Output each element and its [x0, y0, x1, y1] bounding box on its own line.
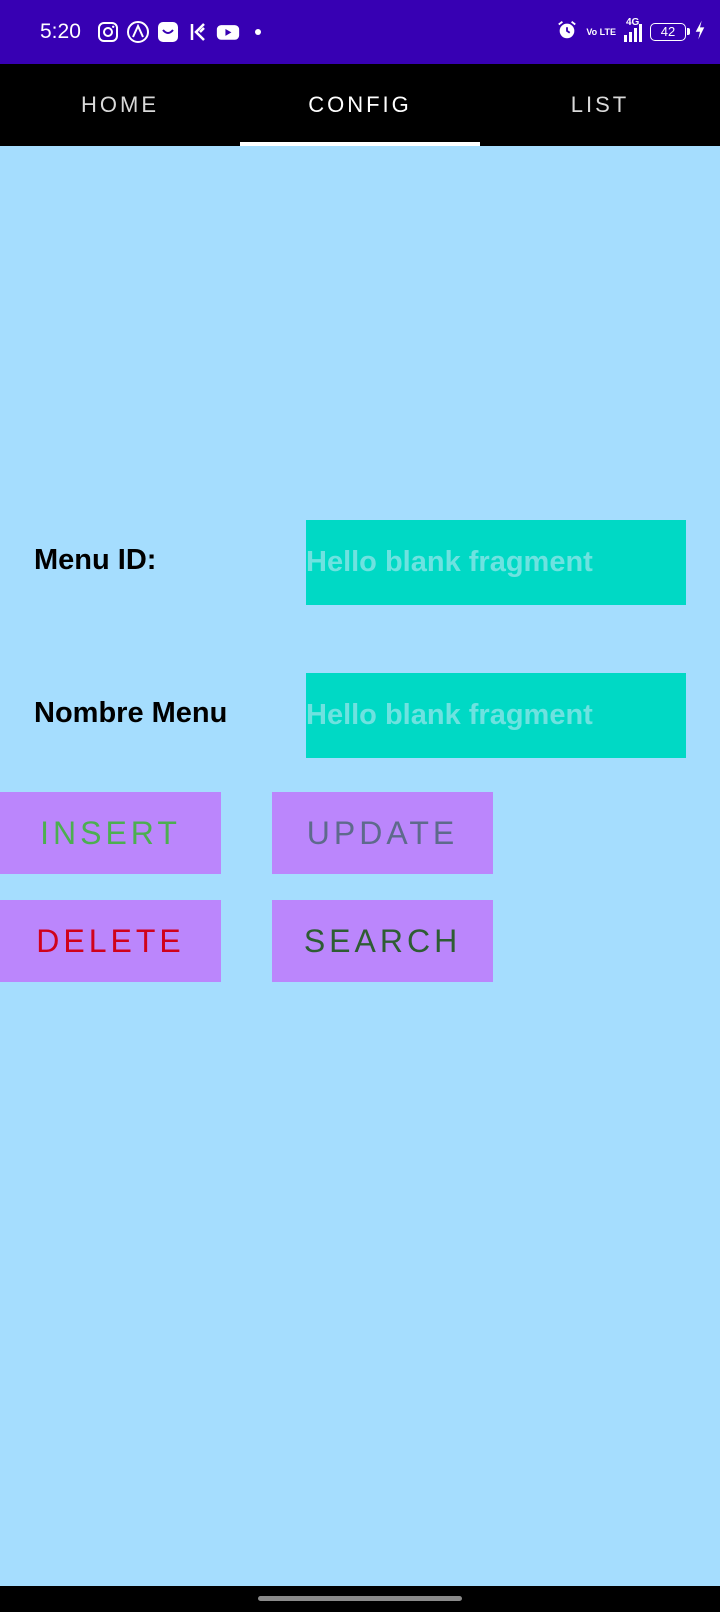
- home-gesture-handle[interactable]: [258, 1596, 462, 1601]
- status-time: 5:20: [40, 20, 81, 43]
- menu-id-field[interactable]: Hello blank fragment: [306, 520, 686, 605]
- signal-icon: 4G: [624, 17, 642, 42]
- instagram-icon: [96, 20, 120, 44]
- navigation-bar: [0, 1586, 720, 1612]
- insert-button[interactable]: INSERT: [0, 792, 221, 874]
- kite-icon: [186, 20, 210, 44]
- update-button[interactable]: UPDATE: [272, 792, 493, 874]
- network-type: 4G: [626, 17, 640, 28]
- tab-home[interactable]: HOME: [0, 64, 240, 146]
- delete-button[interactable]: DELETE: [0, 900, 221, 982]
- tab-list[interactable]: LIST: [480, 64, 720, 146]
- menu-id-label: Menu ID:: [34, 544, 157, 576]
- charging-icon: [694, 19, 706, 46]
- volte-icon: Vo LTE: [586, 26, 616, 37]
- youtube-icon: [214, 20, 242, 44]
- dot-icon: [246, 20, 270, 44]
- arc-icon: [126, 20, 150, 44]
- tab-config[interactable]: CONFIG: [240, 64, 480, 146]
- status-bar: 5:20 Vo LTE 4G 42: [0, 0, 720, 64]
- nombre-menu-field[interactable]: Hello blank fragment: [306, 673, 686, 758]
- shopping-bag-icon: [156, 20, 180, 44]
- nombre-menu-label: Nombre Menu: [34, 697, 228, 729]
- battery-indicator: 42: [650, 23, 690, 41]
- alarm-icon: [556, 19, 578, 46]
- search-button[interactable]: SEARCH: [272, 900, 493, 982]
- status-right: Vo LTE 4G 42: [556, 17, 706, 46]
- tab-bar: HOME CONFIG LIST: [0, 64, 720, 146]
